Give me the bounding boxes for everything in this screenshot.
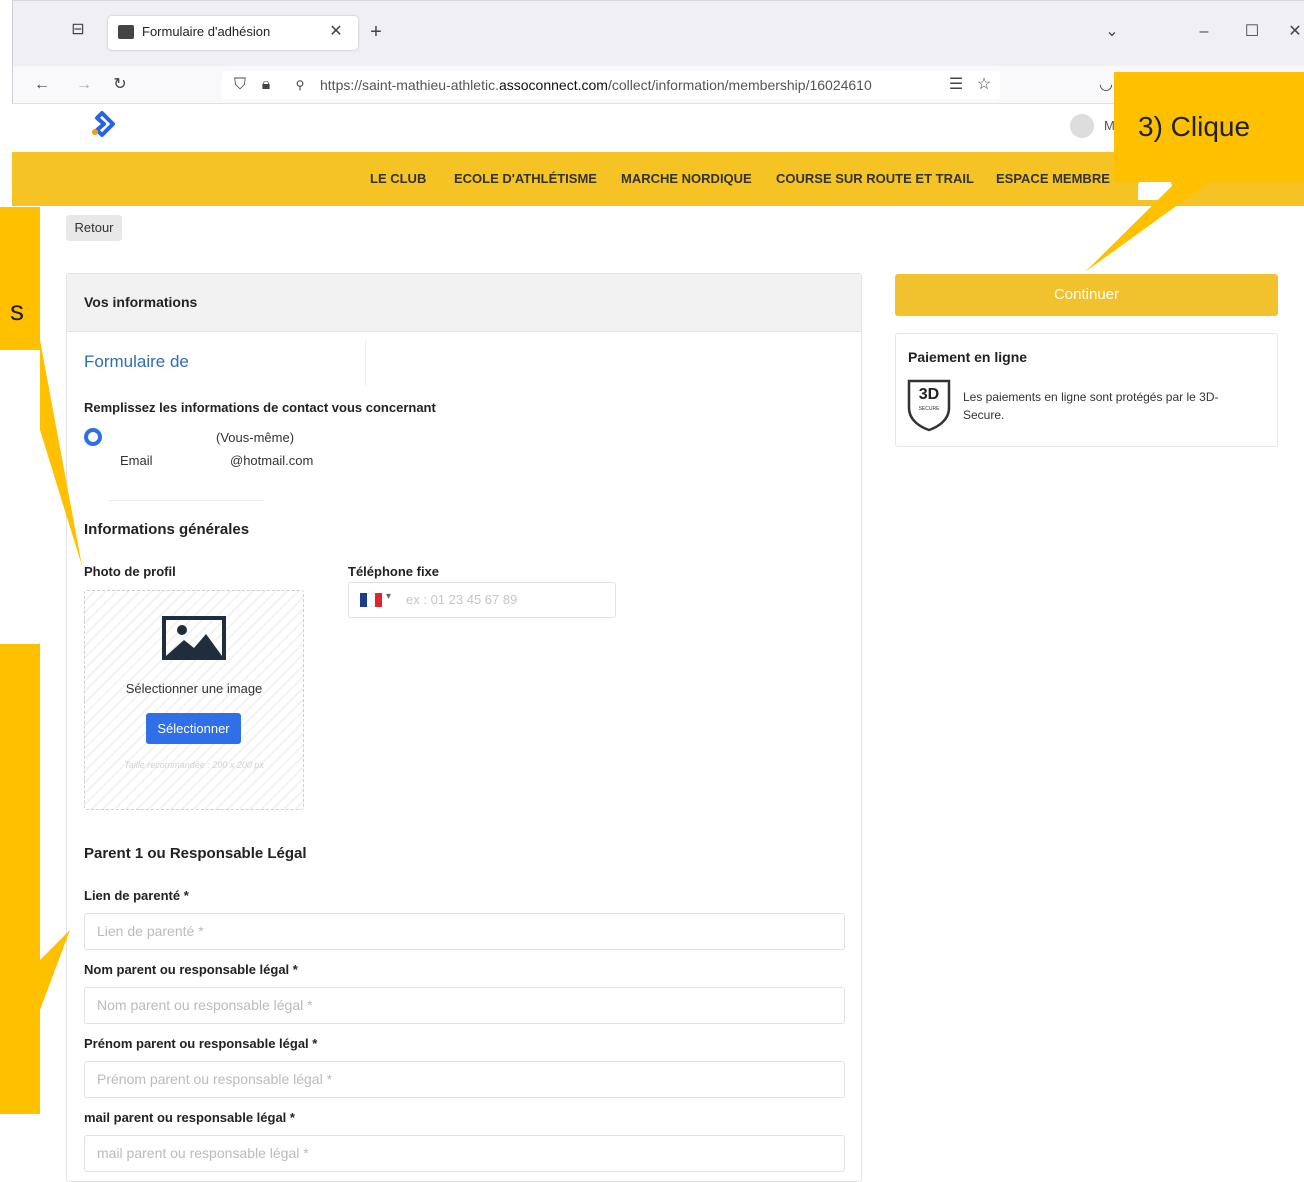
callout-left-top: s [0,207,40,350]
callout-top-right: 3) Clique [1114,72,1304,182]
callout-left-bottom [0,644,40,1114]
callout-arrows [40,178,1215,1010]
